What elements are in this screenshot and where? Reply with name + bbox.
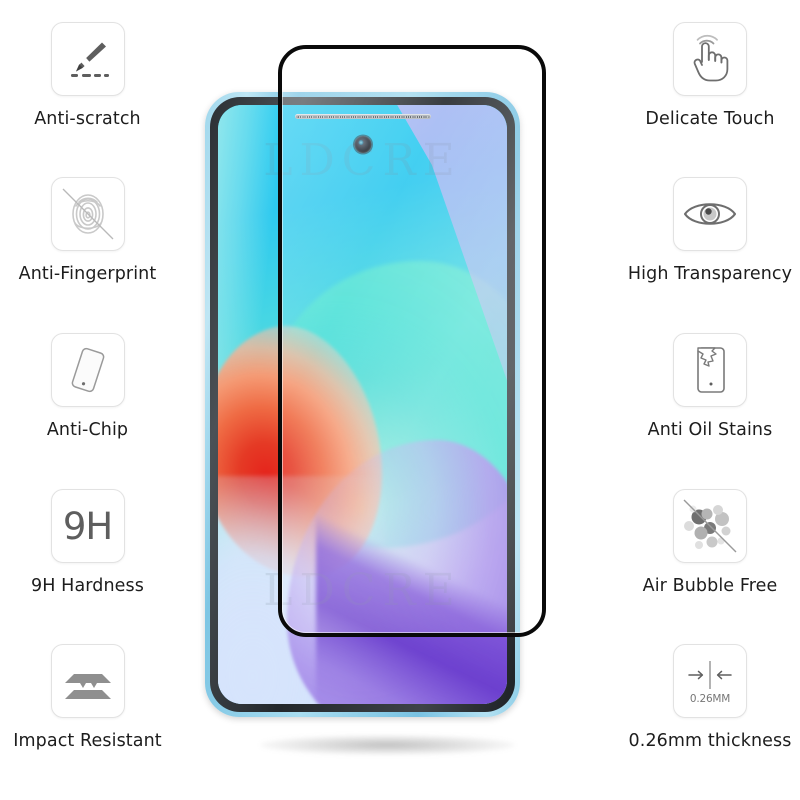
front-camera-icon <box>354 136 371 153</box>
impact-layers-icon <box>50 644 125 718</box>
phone-screen: LDCRE LDCRE <box>218 105 507 704</box>
fingerprint-blocked-icon <box>50 177 125 251</box>
feature-thickness[interactable]: 0.26MM 0.26mm thickness <box>620 644 800 751</box>
features-column-right: Delicate Touch High Transparency Anti Oi… <box>620 0 800 800</box>
feature-label: Delicate Touch <box>645 109 775 129</box>
feature-label: Anti-Chip <box>46 420 129 440</box>
feature-impact-resistant[interactable]: Impact Resistant <box>0 644 175 751</box>
phone-drop-shadow <box>260 735 515 755</box>
feature-anti-scratch[interactable]: Anti-scratch <box>0 22 175 129</box>
feature-delicate-touch[interactable]: Delicate Touch <box>620 22 800 129</box>
phone-device: LDCRE LDCRE <box>205 92 520 717</box>
eye-icon <box>673 177 747 251</box>
phone-bezel: LDCRE LDCRE <box>210 97 515 712</box>
hand-touch-icon <box>673 22 747 96</box>
wallpaper-violet-streak <box>316 476 507 704</box>
feature-label: 9H Hardness <box>31 576 144 596</box>
feature-anti-fingerprint[interactable]: Anti-Fingerprint <box>0 177 175 284</box>
feature-high-transparency[interactable]: High Transparency <box>620 177 800 284</box>
hardness-badge-text: 9H <box>62 504 113 548</box>
infographic-canvas: Anti-scratch Anti-Fingerprint Anti-Chip … <box>0 0 800 800</box>
feature-air-bubble-free[interactable]: Air Bubble Free <box>620 489 800 596</box>
earpiece-speaker-icon <box>294 114 431 119</box>
feature-label: High Transparency <box>627 264 793 284</box>
thickness-arrows-icon: 0.26MM <box>673 644 747 718</box>
feature-label: Anti Oil Stains <box>647 420 773 440</box>
knife-scratch-icon <box>50 22 125 96</box>
feature-9h-hardness[interactable]: 9H 9H Hardness <box>0 489 175 596</box>
feature-label: Anti-Fingerprint <box>18 264 157 284</box>
features-column-left: Anti-scratch Anti-Fingerprint Anti-Chip … <box>0 0 175 800</box>
feature-anti-chip[interactable]: Anti-Chip <box>0 333 175 440</box>
thickness-badge-text: 0.26MM <box>689 692 731 705</box>
hardness-9h-icon: 9H <box>50 489 125 563</box>
feature-anti-oil-stains[interactable]: Anti Oil Stains <box>620 333 800 440</box>
feature-label: 0.26mm thickness <box>628 731 792 751</box>
bubbles-blocked-icon <box>673 489 747 563</box>
product-image: LDCRE LDCRE <box>175 0 625 800</box>
phone-chip-corner-icon <box>50 333 125 407</box>
feature-label: Air Bubble Free <box>642 576 778 596</box>
phone-oil-stain-icon <box>673 333 747 407</box>
feature-label: Impact Resistant <box>13 731 162 751</box>
feature-label: Anti-scratch <box>34 109 141 129</box>
